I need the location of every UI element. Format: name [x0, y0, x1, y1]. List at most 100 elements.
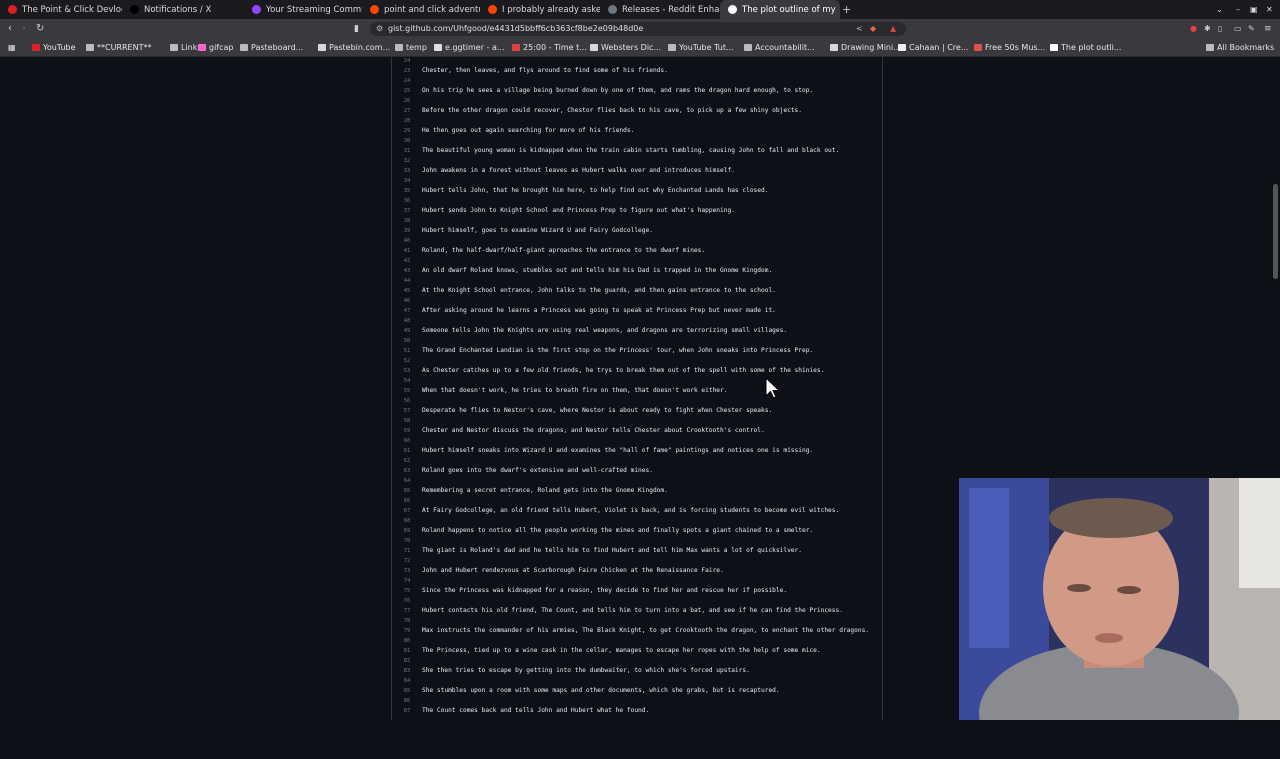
vpn-icon[interactable]: ✎	[1248, 19, 1255, 39]
bookmark-11[interactable]: YouTube Tut...	[668, 39, 734, 56]
line-number: 66	[403, 498, 411, 504]
folder-icon	[240, 44, 248, 51]
line-number: 61	[403, 448, 411, 454]
line-number: 48	[403, 318, 411, 324]
reload-icon[interactable]: ↻	[36, 19, 44, 39]
gist-line-text: Since the Princess was kidnapped for a r…	[422, 587, 788, 594]
gist-line-text: An old dwarf Roland knows, stumbles out …	[422, 267, 773, 274]
bookmark-4[interactable]: gifcap	[198, 39, 234, 56]
tab-2[interactable]: Notifications / X	[122, 0, 244, 19]
bookmark-1[interactable]: YouTube	[32, 39, 76, 56]
bookmark-13[interactable]: Drawing Mini...	[830, 39, 901, 56]
line-number: 73	[403, 568, 411, 574]
bookmark-6[interactable]: Pastebin.com...	[318, 39, 390, 56]
line-number: 31	[403, 148, 411, 154]
url-text[interactable]: gist.github.com/Uhfgood/e4431d5bbff6cb36…	[388, 22, 643, 36]
line-number: 37	[403, 208, 411, 214]
gist-line-text: Hubert contacts his old friend, The Coun…	[422, 607, 843, 614]
bookmark-9[interactable]: 25:00 - Time t...	[512, 39, 587, 56]
close-window-button[interactable]: ✕	[1266, 0, 1273, 19]
gist-line-text: The Grand Enchanted Landian is the first…	[422, 347, 814, 354]
all-bookmarks[interactable]: All Bookmarks	[1206, 39, 1274, 56]
folder-icon	[170, 44, 178, 51]
tab-label: The Point & Click Devlog	[22, 4, 122, 15]
line-number: 60	[403, 438, 411, 444]
dictionary-icon	[590, 44, 598, 51]
tab-favicon-icon	[8, 5, 17, 14]
bookmark-3[interactable]: Links	[170, 39, 202, 56]
line-number: 62	[403, 458, 411, 464]
webcam-overlay	[959, 478, 1280, 720]
bookmark-8[interactable]: e.ggtimer - a...	[434, 39, 505, 56]
gist-line-text: Roland goes into the dwarf's extensive a…	[422, 467, 653, 474]
maximize-button[interactable]: ▣	[1250, 0, 1258, 19]
share-icon[interactable]: <	[856, 22, 863, 36]
bookmark-5[interactable]: Pasteboard...	[240, 39, 303, 56]
bookmark-10[interactable]: Websters Dic...	[590, 39, 661, 56]
line-number: 70	[403, 538, 411, 544]
bookmark-14[interactable]: Cahaan | Cre...	[898, 39, 968, 56]
tab-4[interactable]: point and click adventur	[362, 0, 480, 19]
bookmark-label: YouTube	[43, 43, 76, 52]
line-number: 35	[403, 188, 411, 194]
gist-line-text: She stumbles upon a room with some maps …	[422, 687, 780, 694]
line-number: 69	[403, 528, 411, 534]
menu-icon[interactable]: ≡	[1264, 19, 1272, 39]
line-number: 56	[403, 398, 411, 404]
minimize-button[interactable]: –	[1236, 0, 1240, 19]
wallet-icon[interactable]: ▭	[1234, 19, 1242, 39]
tab-3[interactable]: Your Streaming Commun	[244, 0, 362, 19]
tab-6[interactable]: Releases - Reddit Enhanc	[600, 0, 720, 19]
bookmark-7[interactable]: temp	[395, 39, 427, 56]
tab-5[interactable]: I probably already asked	[480, 0, 600, 19]
extensions-puzzle-icon[interactable]: ✱	[1204, 19, 1211, 39]
forward-icon[interactable]: ›	[22, 19, 26, 39]
pastebin-icon	[318, 44, 326, 51]
folder-icon	[86, 44, 94, 51]
sidebar-icon[interactable]: ▯	[1218, 19, 1222, 39]
gist-line-text: When that doesn't work, he tries to brea…	[422, 387, 728, 394]
back-icon[interactable]: ‹	[8, 19, 12, 39]
line-number: 28	[403, 118, 411, 124]
line-number: 50	[403, 338, 411, 344]
bookmark-12[interactable]: Accountabilit...	[744, 39, 815, 56]
bookmark-2[interactable]: **CURRENT**	[86, 39, 151, 56]
brave-rewards-icon[interactable]: ▲	[890, 22, 896, 36]
bookmark-15[interactable]: Free 50s Mus...	[974, 39, 1045, 56]
line-number: 25	[403, 88, 411, 94]
tab-favicon-icon	[370, 5, 379, 14]
bookmark-label: Pastebin.com...	[329, 43, 391, 52]
folder-icon	[744, 44, 752, 51]
tab-1[interactable]: The Point & Click Devlog	[0, 0, 122, 19]
gist-line-text: The Count comes back and tells John and …	[422, 707, 650, 714]
bookmark-label: The plot outli...	[1061, 43, 1122, 52]
extension-icon[interactable]: ●	[1190, 19, 1197, 39]
line-number: 84	[403, 678, 411, 684]
apps-grid-icon[interactable]: ▦	[8, 39, 16, 56]
close-tab-icon[interactable]: ✕	[836, 5, 840, 14]
line-number: 86	[403, 698, 411, 704]
scrollbar-thumb[interactable]	[1273, 184, 1278, 279]
line-number: 68	[403, 518, 411, 524]
gist-line-text: Chester and Nestor discuss the dragons, …	[422, 427, 765, 434]
tab-7[interactable]: The plot outline of my✕	[720, 0, 840, 19]
bookmark-16[interactable]: The plot outli...	[1050, 39, 1121, 56]
tab-search-icon[interactable]: ⌄	[1216, 0, 1223, 19]
gist-line-text: After asking around he learns a Princess…	[422, 307, 776, 314]
gist-line-text: At the Knight School entrance, John talk…	[422, 287, 776, 294]
line-number: 43	[403, 268, 411, 274]
line-number: 58	[403, 418, 411, 424]
line-number: 24	[403, 78, 411, 84]
gist-line-text: The beautiful young woman is kidnapped w…	[422, 147, 840, 154]
line-number: 26	[403, 98, 411, 104]
gist-line-text: Someone tells John the Knights are using…	[422, 327, 788, 334]
brave-shields-icon[interactable]: ◆	[870, 22, 876, 36]
line-number: 78	[403, 618, 411, 624]
bookmark-page-icon[interactable]: ▮	[354, 19, 359, 39]
github-icon	[1050, 44, 1058, 51]
new-tab-button[interactable]: +	[842, 0, 851, 19]
site-info-icon[interactable]: ⚙	[376, 22, 383, 36]
gist-line-text: Hubert himself, goes to examine Wizard U…	[422, 227, 653, 234]
tab-label: Notifications / X	[144, 4, 212, 15]
address-bar[interactable]: ⚙ gist.github.com/Uhfgood/e4431d5bbff6cb…	[370, 22, 906, 36]
